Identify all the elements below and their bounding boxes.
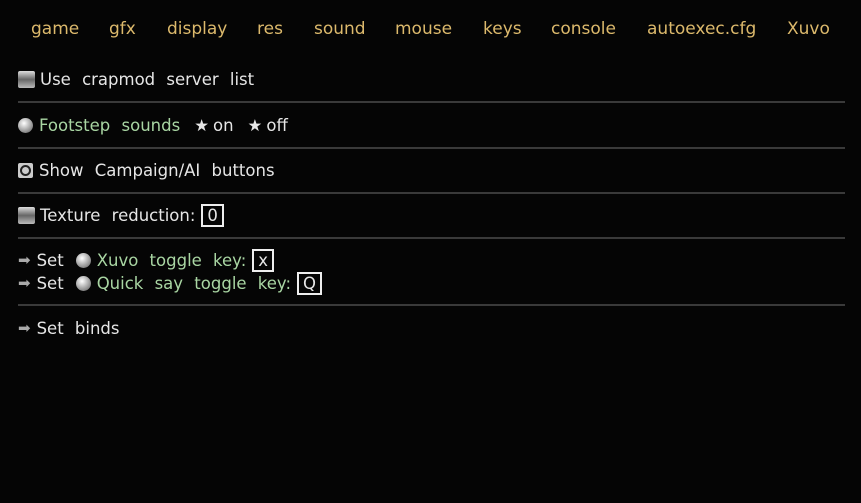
info-icon <box>75 252 91 268</box>
divider <box>18 304 845 306</box>
quicksay-key-label: Quick say toggle key: <box>96 273 292 293</box>
footstep-off[interactable]: off <box>266 116 287 135</box>
footstep-label: Footstep sounds <box>39 115 181 135</box>
tab-display[interactable]: display <box>167 19 227 39</box>
divider <box>18 192 845 194</box>
divider <box>18 237 845 239</box>
xuvo-key-label: Xuvo toggle key: <box>96 250 247 270</box>
tab-keys[interactable]: keys <box>483 19 522 39</box>
tab-gfx[interactable]: gfx <box>109 19 136 39</box>
arrow-icon: ➡ <box>18 251 31 269</box>
tab-xuvo[interactable]: Xuvo <box>787 19 830 39</box>
texture-input[interactable]: 0 <box>201 203 224 227</box>
xuvo-key-option: ➡ Set Xuvo toggle key: x <box>18 248 275 272</box>
crapmod-label: Use crapmod server list <box>40 69 255 89</box>
texture-option: Texture reduction: 0 <box>18 203 224 227</box>
tab-game[interactable]: game <box>31 19 79 39</box>
set-quicksay-key-button[interactable]: Set <box>37 274 64 293</box>
tab-mouse[interactable]: mouse <box>395 19 452 39</box>
checkbox-icon[interactable] <box>18 70 35 88</box>
star-icon[interactable]: ★ <box>248 116 263 135</box>
star-icon[interactable]: ★ <box>194 116 209 135</box>
footstep-on[interactable]: on <box>213 116 234 135</box>
tab-sound[interactable]: sound <box>314 19 366 39</box>
tab-res[interactable]: res <box>257 19 283 39</box>
campaign-label: Show Campaign/AI buttons <box>39 160 275 180</box>
tab-console[interactable]: console <box>551 19 616 39</box>
arrow-icon: ➡ <box>18 274 31 292</box>
toggle-icon[interactable] <box>18 162 33 178</box>
divider <box>18 147 845 149</box>
texture-label: Texture reduction: <box>40 205 196 225</box>
set-binds-label: Set binds <box>36 318 120 338</box>
crapmod-option[interactable]: Use crapmod server list <box>18 68 254 90</box>
info-icon <box>75 275 91 291</box>
set-xuvo-key-button[interactable]: Set <box>37 251 64 270</box>
quicksay-key-option: ➡ Set Quick say toggle key: Q <box>18 271 323 295</box>
xuvo-key-input[interactable]: x <box>252 248 275 272</box>
checkbox-icon[interactable] <box>18 206 35 224</box>
tab-autoexec[interactable]: autoexec.cfg <box>647 19 756 39</box>
divider <box>18 101 845 103</box>
quicksay-key-input[interactable]: Q <box>297 271 323 295</box>
arrow-icon: ➡ <box>18 319 31 337</box>
footstep-option: Footstep sounds ★ on ★ off <box>18 114 288 136</box>
info-icon <box>18 117 33 133</box>
set-binds-button[interactable]: ➡ Set binds <box>18 317 120 339</box>
campaign-option[interactable]: Show Campaign/AI buttons <box>18 159 275 181</box>
